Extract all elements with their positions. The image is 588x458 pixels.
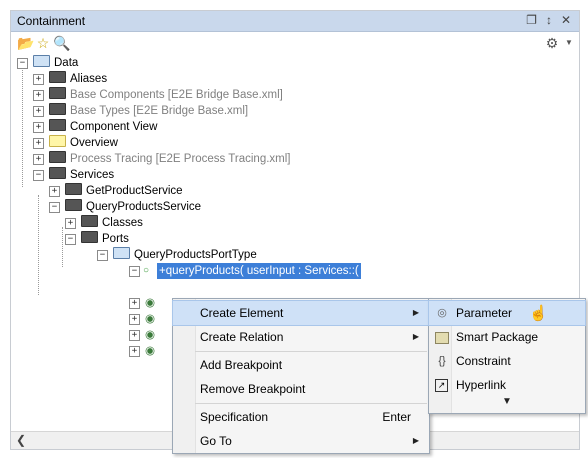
submenu-item-parameter[interactable]: ◎ Parameter ☝ — [428, 300, 586, 326]
gear-icon[interactable]: ⚙ — [544, 35, 560, 51]
collapse-icon[interactable]: − — [65, 234, 76, 245]
port-icon: ◉ — [145, 345, 156, 357]
expand-icon[interactable]: + — [33, 154, 44, 165]
expand-icon[interactable]: + — [33, 90, 44, 101]
submenu-item-constraint[interactable]: {} Constraint — [429, 349, 585, 373]
constraint-icon: {} — [438, 355, 446, 367]
tree-guide-line — [38, 195, 39, 295]
expand-icon[interactable]: + — [129, 314, 140, 325]
collapse-icon[interactable]: − — [97, 250, 108, 261]
mouse-cursor-icon: ☝ — [529, 305, 548, 322]
menu-separator — [195, 403, 427, 404]
expand-icon[interactable]: + — [65, 218, 76, 229]
context-menu: Create Element ▶ Create Relation ▶ Add B… — [172, 298, 430, 454]
expand-icon[interactable]: + — [33, 122, 44, 133]
submenu-arrow-icon: ▶ — [412, 436, 419, 445]
open-folder-icon[interactable]: 📂 — [17, 35, 34, 51]
folder-icon — [49, 71, 66, 83]
restore-icon[interactable]: ❐ — [526, 13, 537, 27]
scroll-down-arrow-icon[interactable]: ▼ — [429, 396, 585, 407]
favorite-star-icon[interactable]: ☆ — [35, 35, 51, 51]
folder-icon — [49, 151, 66, 163]
expand-icon[interactable]: + — [33, 106, 44, 117]
interface-icon — [113, 247, 130, 259]
collapse-icon[interactable]: − — [49, 202, 60, 213]
submenu-arrow-icon: ▶ — [412, 332, 419, 341]
submenu-item-hyperlink[interactable]: ↗ Hyperlink — [429, 373, 585, 397]
operation-icon: ○ — [143, 265, 150, 276]
menu-item-remove-breakpoint[interactable]: Remove Breakpoint — [173, 377, 429, 401]
submenu-item-smart-package[interactable]: Smart Package — [429, 325, 585, 349]
expand-icon[interactable]: + — [129, 298, 140, 309]
folder-icon — [49, 119, 66, 131]
create-element-submenu: ◎ Parameter ☝ Smart Package {} Constrain… — [428, 298, 586, 414]
tree-guide-line — [22, 63, 23, 187]
selected-operation-label: +queryProducts( userInput : Services::( — [157, 263, 361, 279]
port-icon: ◉ — [145, 329, 156, 341]
close-icon[interactable]: ✕ — [561, 13, 571, 27]
dropdown-arrow-icon[interactable]: ▼ — [561, 35, 577, 51]
expand-icon[interactable]: + — [33, 138, 44, 149]
parameter-icon: ◎ — [437, 307, 447, 319]
folder-icon — [49, 87, 66, 99]
submenu-arrow-icon: ▶ — [412, 308, 419, 317]
folder-icon — [49, 167, 66, 179]
expand-icon[interactable]: + — [129, 346, 140, 357]
menu-item-create-relation[interactable]: Create Relation ▶ — [173, 325, 429, 349]
package-icon — [33, 55, 50, 67]
port-icon: ◉ — [145, 313, 156, 325]
panel-title: Containment — [17, 14, 86, 28]
scroll-left-icon[interactable]: ❮ — [16, 433, 26, 447]
folder-icon — [65, 183, 82, 195]
menu-item-specification[interactable]: Specification Enter — [173, 405, 429, 429]
expand-icon[interactable]: + — [129, 330, 140, 341]
collapse-icon[interactable]: − — [17, 58, 28, 69]
menu-item-go-to[interactable]: Go To ▶ — [173, 429, 429, 453]
expand-icon[interactable]: + — [33, 74, 44, 85]
smart-package-icon — [435, 332, 449, 344]
folder-icon — [65, 199, 82, 211]
collapse-icon[interactable]: − — [129, 266, 140, 277]
expand-icon[interactable]: + — [49, 186, 60, 197]
tree-guide-line — [62, 227, 63, 267]
menu-item-create-element[interactable]: Create Element ▶ — [172, 300, 430, 326]
search-icon[interactable]: 🔍 — [53, 35, 70, 51]
hyperlink-icon: ↗ — [435, 379, 448, 392]
folder-icon — [81, 231, 98, 243]
panel-controls: ❐ ↕ ✕ — [526, 13, 571, 27]
menu-separator — [195, 351, 427, 352]
menu-item-add-breakpoint[interactable]: Add Breakpoint — [173, 353, 429, 377]
folder-icon — [49, 135, 66, 147]
panel-titlebar: Containment ❐ ↕ ✕ — [11, 11, 579, 32]
port-icon: ◉ — [145, 297, 156, 309]
folder-icon — [49, 103, 66, 115]
panel-toolbar: 📂 ☆ 🔍 ⚙ ▼ — [11, 32, 579, 54]
pin-icon[interactable]: ↕ — [546, 13, 552, 27]
collapse-icon[interactable]: − — [33, 170, 44, 181]
folder-icon — [81, 215, 98, 227]
